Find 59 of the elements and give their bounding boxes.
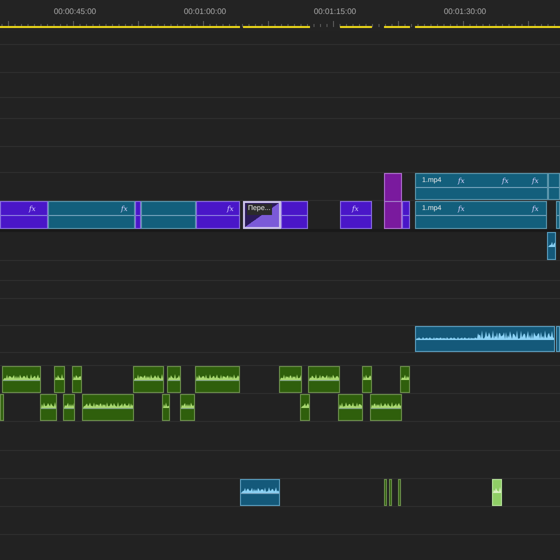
- audio-clip[interactable]: [300, 394, 310, 421]
- video-clip[interactable]: [556, 201, 560, 229]
- waveform-drawing: [168, 374, 180, 380]
- waveform-drawing: [280, 374, 301, 380]
- waveform-drawing: [163, 402, 169, 408]
- audio-clip[interactable]: [398, 479, 401, 506]
- audio-clip[interactable]: [54, 366, 65, 393]
- audio-clip[interactable]: [240, 479, 280, 506]
- waveform-drawing: [41, 402, 56, 408]
- timecode-label: 00:01:30:00: [442, 6, 488, 18]
- audio-clip[interactable]: [338, 394, 363, 421]
- waveform-drawing: [196, 374, 239, 380]
- waveform-drawing: [3, 374, 40, 380]
- audio-clip[interactable]: [195, 366, 240, 393]
- waveform-drawing: [134, 374, 163, 380]
- audio-clip[interactable]: [72, 366, 82, 393]
- audio-clip[interactable]: [400, 366, 410, 393]
- timecode-label: 00:01:15:00: [312, 6, 358, 18]
- audio-clip[interactable]: [362, 366, 372, 393]
- audio-clip[interactable]: [40, 394, 57, 421]
- video-clip[interactable]: [384, 173, 402, 229]
- work-area-bar[interactable]: [0, 26, 560, 29]
- waveform-drawing: [309, 374, 339, 380]
- audio-clip[interactable]: [547, 232, 556, 260]
- audio-clip[interactable]: [133, 366, 164, 393]
- audio-clip[interactable]: [180, 394, 195, 421]
- waveform-drawing: [241, 487, 279, 493]
- audio-clip[interactable]: [167, 366, 181, 393]
- video-clip[interactable]: [141, 201, 196, 229]
- timecode-label: 00:01:00:00: [182, 6, 228, 18]
- video-clip[interactable]: [548, 173, 560, 200]
- video-clip[interactable]: [135, 201, 141, 229]
- waveform-drawing: [64, 402, 74, 408]
- waveform-drawing: [301, 402, 309, 408]
- video-clip[interactable]: [281, 201, 308, 229]
- audio-clip[interactable]: [415, 326, 555, 352]
- waveform-drawing: [401, 374, 409, 380]
- video-clip[interactable]: [402, 201, 410, 229]
- waveform-drawing: [83, 402, 133, 408]
- waveform-drawing: [363, 374, 371, 380]
- audio-clip[interactable]: [308, 366, 340, 393]
- audio-clip[interactable]: [0, 394, 4, 421]
- waveform-drawing: [339, 402, 362, 408]
- waveform-drawing: [181, 402, 194, 408]
- audio-clip[interactable]: [556, 326, 560, 352]
- waveform-drawing: [493, 487, 501, 493]
- audio-clip[interactable]: [63, 394, 75, 421]
- audio-clip[interactable]: [82, 394, 134, 421]
- audio-clip[interactable]: [384, 479, 387, 506]
- waveform-drawing: [548, 241, 555, 247]
- audio-clip[interactable]: [279, 366, 302, 393]
- waveform-drawing: [55, 374, 64, 380]
- audio-clip[interactable]: [370, 394, 402, 421]
- waveform-drawing: [371, 402, 401, 408]
- audio-clip[interactable]: [162, 394, 170, 421]
- audio-clip[interactable]: [2, 366, 41, 393]
- audio-clip[interactable]: [389, 479, 392, 506]
- timecode-label: 00:00:45:00: [52, 6, 98, 18]
- waveform-drawing: [73, 374, 81, 380]
